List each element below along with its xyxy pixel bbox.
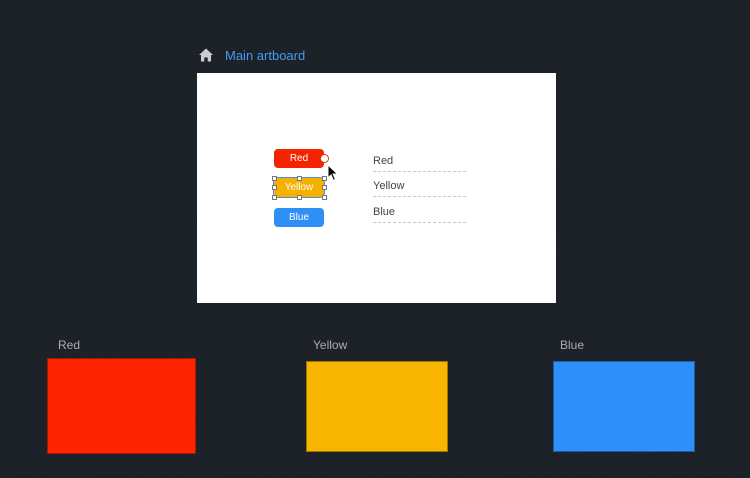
link-connector-dot[interactable] bbox=[320, 154, 329, 163]
resize-handle-left[interactable] bbox=[272, 185, 277, 190]
swatch-label-yellow: Yellow bbox=[313, 338, 348, 352]
resize-handle-top-left[interactable] bbox=[272, 176, 277, 181]
swatch-label-red: Red bbox=[58, 338, 81, 352]
resize-handle-bottom-left[interactable] bbox=[272, 195, 277, 200]
artboard-header: Main artboard bbox=[198, 45, 305, 65]
blue-button[interactable]: Blue bbox=[274, 208, 324, 227]
resize-handle-bottom[interactable] bbox=[297, 195, 302, 200]
resize-handle-right[interactable] bbox=[322, 185, 327, 190]
list-item-red[interactable]: Red bbox=[373, 153, 466, 172]
resize-handle-top[interactable] bbox=[297, 176, 302, 181]
main-artboard[interactable]: Red Yellow Blue Red Yellow Blue bbox=[197, 73, 556, 303]
swatch-label-blue: Blue bbox=[560, 338, 585, 352]
list-item-yellow[interactable]: Yellow bbox=[373, 178, 466, 197]
resize-handle-bottom-right[interactable] bbox=[322, 195, 327, 200]
home-icon[interactable] bbox=[198, 47, 214, 63]
swatch-red[interactable] bbox=[47, 358, 196, 454]
swatch-blue[interactable] bbox=[553, 361, 695, 452]
mouse-cursor-icon bbox=[327, 164, 339, 182]
swatch-yellow[interactable] bbox=[306, 361, 448, 452]
red-button[interactable]: Red bbox=[274, 149, 324, 168]
list-item-blue[interactable]: Blue bbox=[373, 204, 466, 223]
artboard-title[interactable]: Main artboard bbox=[225, 48, 305, 63]
